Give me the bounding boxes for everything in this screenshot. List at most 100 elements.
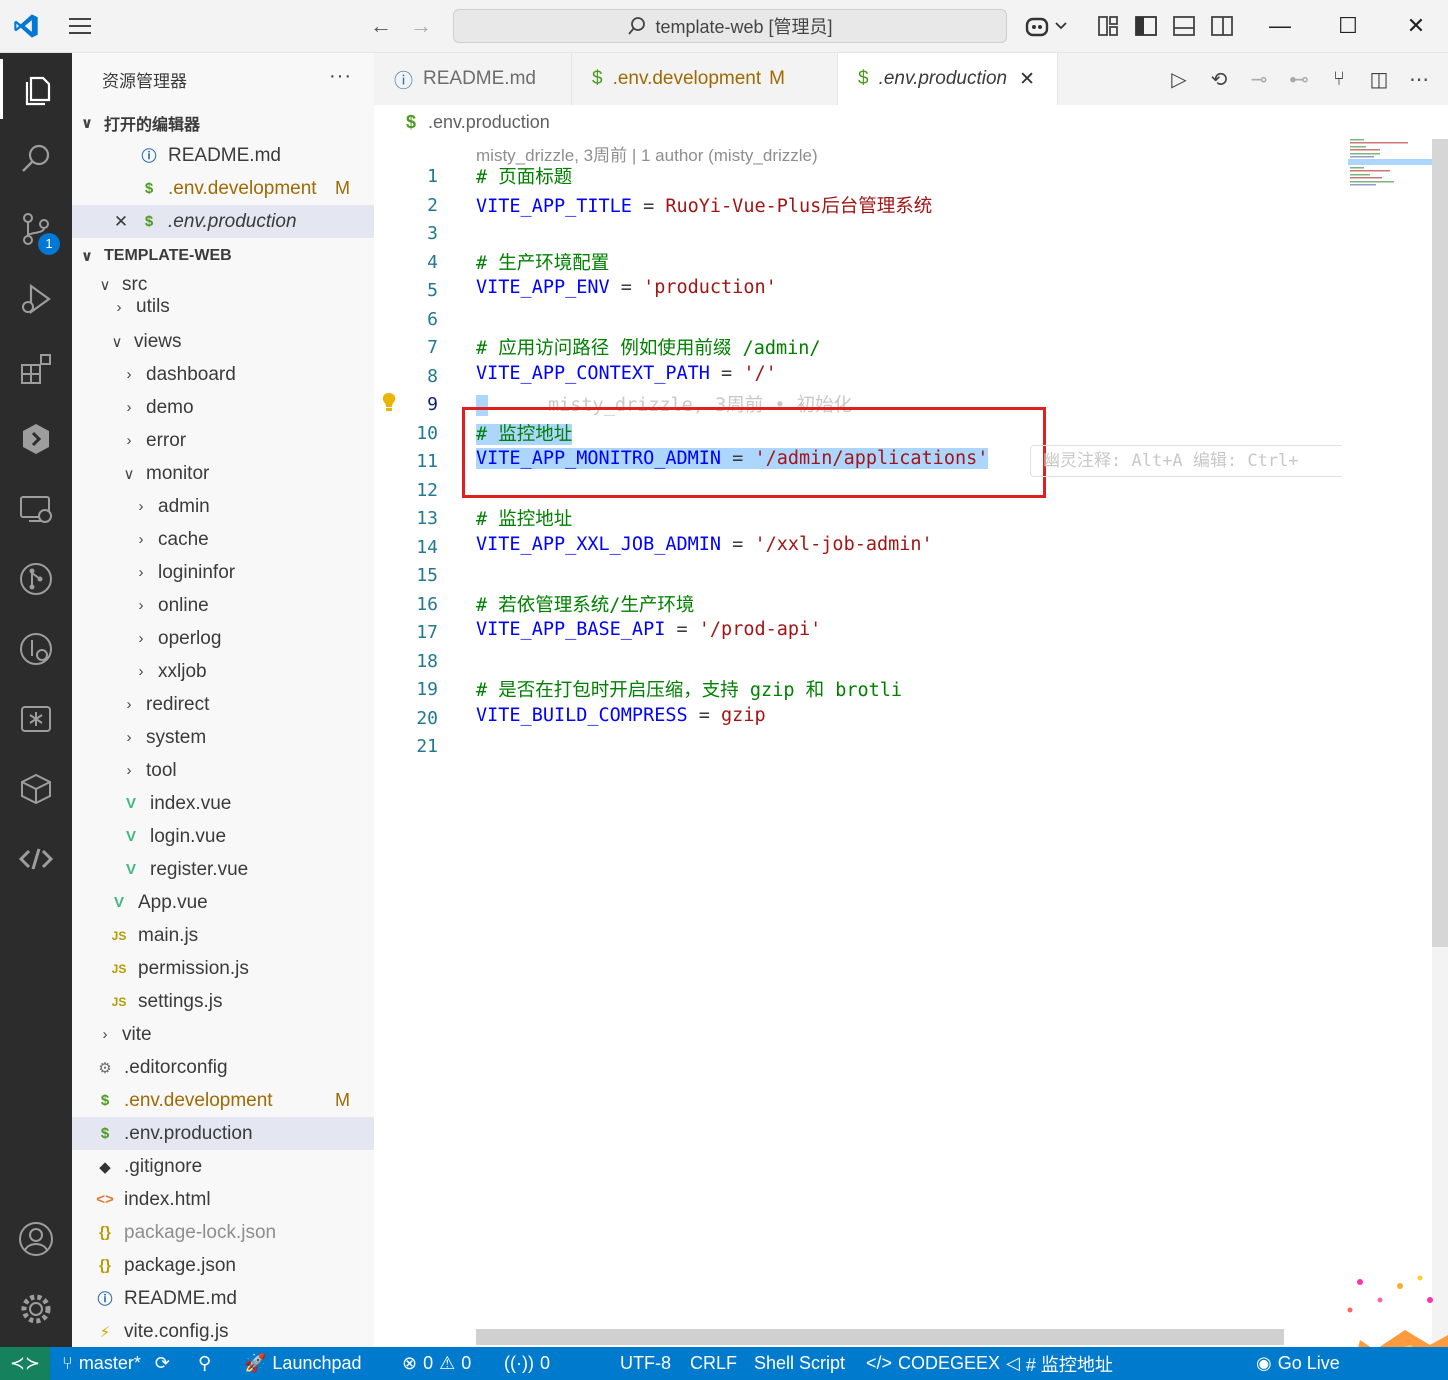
close-tab-icon[interactable]: ✕ <box>1019 68 1035 91</box>
tree-file-register-vue[interactable]: Vregister.vue <box>72 853 374 886</box>
tree-file-main-js[interactable]: JS main.js <box>72 919 374 952</box>
gitlens-inspect-activity[interactable] <box>0 619 72 679</box>
lightbulb-icon[interactable] <box>380 391 398 413</box>
settings-activity[interactable] <box>0 1279 72 1339</box>
more-actions-icon[interactable]: ··· <box>329 65 352 88</box>
tree-folder-demo[interactable]: › demo <box>72 391 374 424</box>
open-editor-env-development[interactable]: $ .env.development M <box>72 172 374 205</box>
open-editor-readme[interactable]: ⓘ README.md <box>72 139 374 172</box>
tree-file-settings-js[interactable]: JS settings.js <box>72 985 374 1018</box>
back-arrow-icon[interactable]: ← <box>368 14 394 38</box>
minimize-button[interactable]: — <box>1260 10 1300 42</box>
go-back-change-icon[interactable]: ⟲ <box>1206 66 1232 92</box>
tree-folder-logininfor[interactable]: › logininfor <box>72 556 374 589</box>
encoding-item[interactable]: UTF-8 <box>620 1347 671 1380</box>
tree-file-app-vue[interactable]: V App.vue <box>72 886 374 919</box>
open-editor-env-production[interactable]: ✕ $ .env.production <box>72 205 374 238</box>
ports-item[interactable]: ((·)) 0 <box>504 1347 550 1380</box>
tree-file-env-production[interactable]: $ .env.production <box>72 1117 374 1150</box>
remote-explorer-activity[interactable] <box>0 479 72 539</box>
container-activity[interactable] <box>0 759 72 819</box>
copilot-icon[interactable] <box>1024 13 1070 39</box>
maximize-button[interactable]: ☐ <box>1328 10 1368 42</box>
tree-file-package-lock[interactable]: {} package-lock.json <box>72 1216 374 1249</box>
tree-folder-system[interactable]: › system <box>72 721 374 754</box>
gitlens-activity[interactable] <box>0 549 72 609</box>
tree-file-index-html[interactable]: <> index.html <box>72 1183 374 1216</box>
tree-folder-operlog[interactable]: › operlog <box>72 622 374 655</box>
tree-file-login-vue[interactable]: Vlogin.vue <box>72 820 374 853</box>
tree-folder-online[interactable]: › online <box>72 589 374 622</box>
tree-folder-monitor[interactable]: ∨ monitor <box>72 457 374 490</box>
tree-folder-error[interactable]: › error <box>72 424 374 457</box>
tree-folder-dashboard[interactable]: › dashboard <box>72 358 374 391</box>
minimap[interactable] <box>1342 139 1432 1329</box>
vertical-scrollbar[interactable] <box>1432 139 1448 1347</box>
source-control-activity[interactable]: 1 <box>0 199 72 259</box>
launchpad-item[interactable]: 🚀 Launchpad <box>244 1347 362 1380</box>
codegeex-activity[interactable] <box>0 409 72 469</box>
language-label: Shell Script <box>754 1353 846 1373</box>
extensions-activity[interactable] <box>0 339 72 399</box>
tree-file-index-vue[interactable]: Vindex.vue <box>72 787 374 820</box>
tree-folder-utils[interactable]: › utils <box>72 295 374 319</box>
code-activity[interactable] <box>0 829 72 889</box>
code-editor[interactable]: misty_drizzle, 3周前 | 1 author (misty_dri… <box>374 139 1350 1345</box>
run-debug-activity[interactable] <box>0 269 72 329</box>
tree-folder-vite[interactable]: › vite <box>72 1018 374 1051</box>
eol-item[interactable]: CRLF <box>690 1347 737 1380</box>
tree-folder-tool[interactable]: › tool <box>72 754 374 787</box>
more-actions-icon[interactable]: ⋯ <box>1406 66 1432 92</box>
tree-file-permission-js[interactable]: JS permission.js <box>72 952 374 985</box>
codegeex-item[interactable]: </> CODEGEEX <box>866 1347 1000 1380</box>
tab-env-production[interactable]: $ .env.production ✕ <box>838 53 1058 105</box>
remote-indicator[interactable]: ≺≻ <box>0 1347 50 1380</box>
tree-file-vite-config[interactable]: ⚡ vite.config.js <box>72 1315 374 1347</box>
symbol-item[interactable]: ◁ # 监控地址 <box>1006 1347 1113 1380</box>
scrollbar-thumb[interactable] <box>1432 139 1448 947</box>
tree-folder-redirect[interactable]: › redirect <box>72 688 374 721</box>
tree-file-env-development[interactable]: $ .env.development M <box>72 1084 374 1117</box>
toggle-primary-sidebar-icon[interactable] <box>1132 13 1160 39</box>
tree-folder-admin[interactable]: › admin <box>72 490 374 523</box>
forward-arrow-icon[interactable]: → <box>408 14 434 38</box>
tree-folder-views[interactable]: ∨ views <box>72 325 374 358</box>
workspace-section[interactable]: ∨ TEMPLATE-WEB <box>72 239 374 272</box>
file-label: index.vue <box>150 792 232 814</box>
search-activity[interactable] <box>0 129 72 189</box>
tab-readme[interactable]: ⓘ README.md <box>374 53 572 105</box>
next-change-icon[interactable]: ⊷ <box>1286 66 1312 92</box>
toggle-panel-icon[interactable] <box>1170 13 1198 39</box>
close-window-button[interactable]: ✕ <box>1396 10 1436 42</box>
go-live-item[interactable]: ◉ Go Live <box>1256 1347 1340 1380</box>
tree-file-gitignore[interactable]: ◆ .gitignore <box>72 1150 374 1183</box>
tree-folder-cache[interactable]: › cache <box>72 523 374 556</box>
explorer-activity[interactable] <box>0 59 72 119</box>
problems-item[interactable]: ⊗ 0 ⚠ 0 <box>402 1347 471 1380</box>
split-editor-icon[interactable]: ◫ <box>1366 66 1392 92</box>
sync-icon[interactable]: ⟳ <box>155 1353 170 1374</box>
toggle-secondary-sidebar-icon[interactable] <box>1208 13 1236 39</box>
language-item[interactable]: Shell Script <box>754 1347 845 1380</box>
tree-folder-xxljob[interactable]: › xxljob <box>72 655 374 688</box>
tree-file-readme[interactable]: ⓘ README.md <box>72 1282 374 1315</box>
line-number: 11 <box>416 451 438 472</box>
branch-item[interactable]: ⑂ master* ⟳ <box>62 1347 170 1380</box>
commit-icon[interactable]: ⊸ <box>1246 66 1272 92</box>
git-compare-icon[interactable]: ⑂ <box>1326 66 1352 92</box>
dev-tool-activity[interactable] <box>0 689 72 749</box>
accounts-activity[interactable] <box>0 1209 72 1269</box>
hamburger-menu-icon[interactable] <box>66 14 94 38</box>
close-icon[interactable]: ✕ <box>110 212 132 232</box>
customize-layout-icon[interactable] <box>1094 13 1122 39</box>
breadcrumb-file[interactable]: .env.production <box>428 112 550 133</box>
open-editors-section[interactable]: ∨ 打开的编辑器 <box>72 106 374 139</box>
git-graph-item[interactable]: ⚲ <box>198 1347 211 1380</box>
horizontal-scrollbar[interactable] <box>476 1329 1284 1345</box>
tree-file-editorconfig[interactable]: ⚙ .editorconfig <box>72 1051 374 1084</box>
tree-file-package-json[interactable]: {} package.json <box>72 1249 374 1282</box>
file-label: .env.development <box>168 177 317 199</box>
command-center-search[interactable]: template-web [管理员] <box>453 9 1007 43</box>
run-icon[interactable]: ▷ <box>1166 66 1192 92</box>
tab-env-development[interactable]: $ .env.development M <box>572 53 838 105</box>
